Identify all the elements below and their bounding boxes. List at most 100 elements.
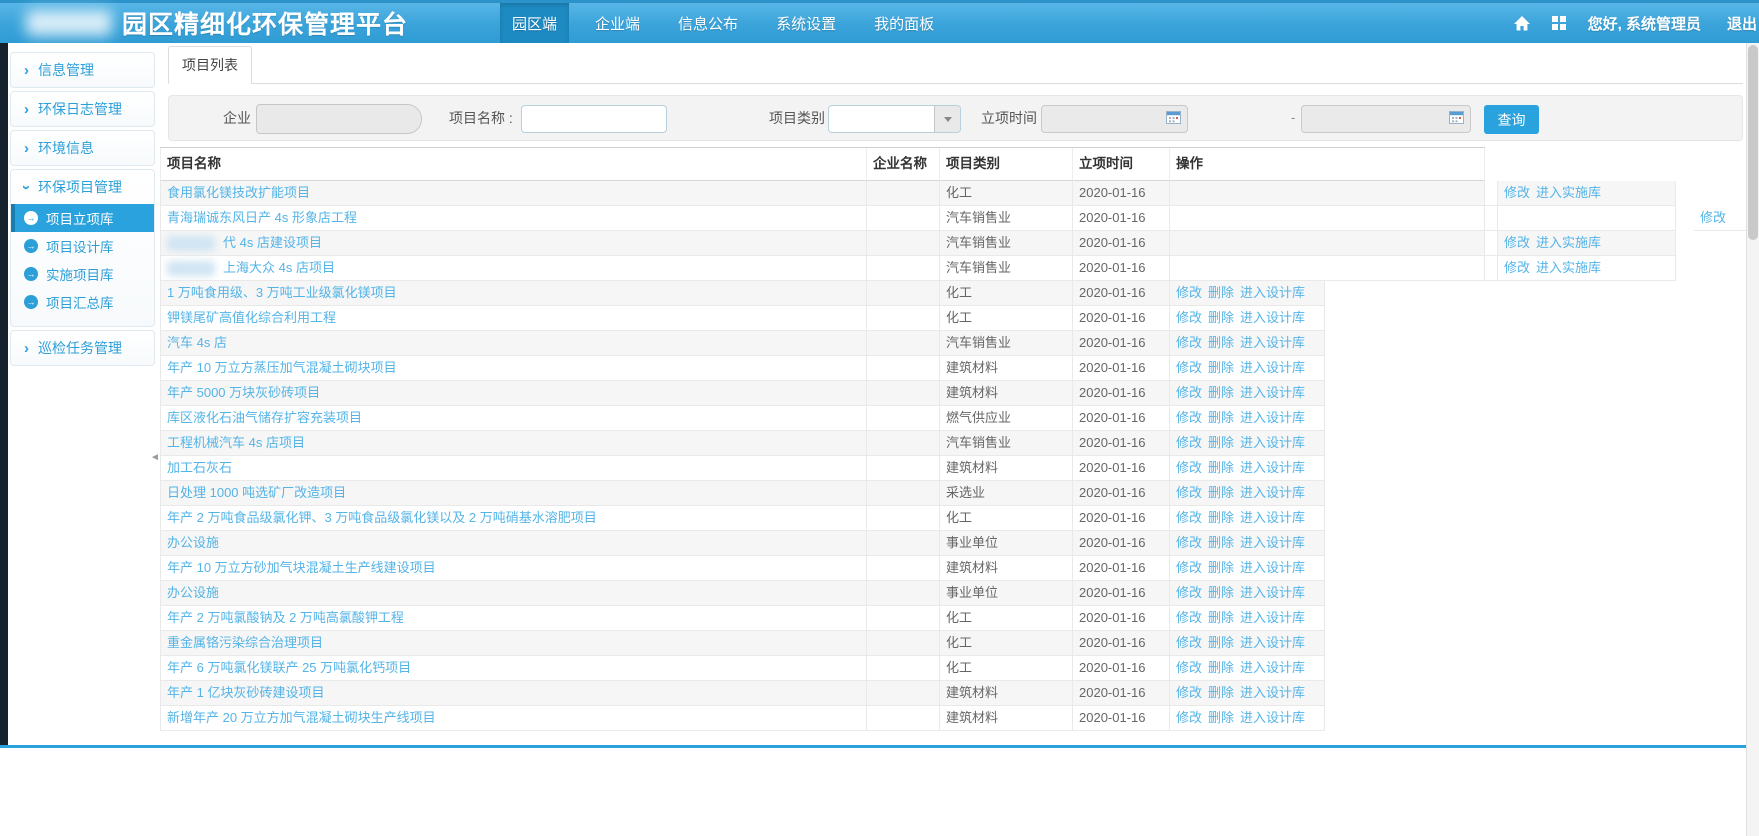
- project-name-link[interactable]: 1 万吨食用级、3 万吨工业级氯化镁项目: [167, 285, 397, 300]
- enter-design-link[interactable]: 进入设计库: [1240, 385, 1305, 400]
- project-name-link[interactable]: 年产 10 万立方砂加气块混凝土生产线建设项目: [167, 560, 436, 575]
- edit-link[interactable]: 修改: [1504, 260, 1530, 275]
- project-name-link[interactable]: 上海大众 4s 店项目: [223, 260, 335, 275]
- enter-design-link[interactable]: 进入设计库: [1240, 485, 1305, 500]
- delete-link[interactable]: 删除: [1208, 660, 1234, 675]
- calendar-icon[interactable]: [1166, 110, 1181, 129]
- project-name-link[interactable]: 新增年产 20 万立方加气混凝土砌块生产线项目: [167, 710, 436, 725]
- edit-link[interactable]: 修改: [1504, 185, 1530, 200]
- edit-link[interactable]: 修改: [1176, 585, 1202, 600]
- project-name-link[interactable]: 库区液化石油气储存扩容充装项目: [167, 410, 362, 425]
- edit-link[interactable]: 修改: [1176, 635, 1202, 650]
- logout-link[interactable]: 退出: [1727, 13, 1757, 34]
- nav-item-info-publish[interactable]: 信息公布: [666, 3, 750, 43]
- project-name-link[interactable]: 日处理 1000 吨选矿厂改造项目: [167, 485, 346, 500]
- sidebar-item-implementation-lib[interactable]: → 实施项目库: [11, 260, 154, 288]
- project-name-link[interactable]: 办公设施: [167, 585, 219, 600]
- query-button[interactable]: 查询: [1484, 105, 1539, 134]
- enter-design-link[interactable]: 进入设计库: [1240, 310, 1305, 325]
- delete-link[interactable]: 删除: [1208, 460, 1234, 475]
- sidebar-item-env-info[interactable]: › 环境信息: [11, 131, 154, 165]
- nav-item-system-settings[interactable]: 系统设置: [764, 3, 848, 43]
- edit-link[interactable]: 修改: [1176, 360, 1202, 375]
- nav-item-my-panel[interactable]: 我的面板: [862, 3, 946, 43]
- enter-design-link[interactable]: 进入设计库: [1240, 510, 1305, 525]
- sidebar-item-env-log-management[interactable]: › 环保日志管理: [11, 92, 154, 126]
- delete-link[interactable]: 删除: [1208, 585, 1234, 600]
- sidebar-item-info-management[interactable]: › 信息管理: [11, 53, 154, 87]
- project-name-link[interactable]: 年产 10 万立方蒸压加气混凝土砌块项目: [167, 360, 397, 375]
- project-name-link[interactable]: 青海瑞诚东风日产 4s 形象店工程: [167, 210, 357, 225]
- date-to-input[interactable]: [1301, 105, 1471, 133]
- project-name-link[interactable]: 年产 1 亿块灰砂砖建设项目: [167, 685, 324, 700]
- sidebar-item-project-approval-lib[interactable]: → 项目立项库: [11, 204, 154, 232]
- sidebar-item-project-design-lib[interactable]: → 项目设计库: [11, 232, 154, 260]
- project-name-link[interactable]: 年产 6 万吨氯化镁联产 25 万吨氯化钙项目: [167, 660, 411, 675]
- delete-link[interactable]: 删除: [1208, 685, 1234, 700]
- delete-link[interactable]: 删除: [1208, 560, 1234, 575]
- date-from-input[interactable]: [1041, 105, 1188, 133]
- edit-link[interactable]: 修改: [1176, 535, 1202, 550]
- chevron-down-icon[interactable]: [934, 106, 960, 132]
- edit-link[interactable]: 修改: [1176, 610, 1202, 625]
- enter-design-link[interactable]: 进入设计库: [1240, 535, 1305, 550]
- delete-link[interactable]: 删除: [1208, 510, 1234, 525]
- edit-link[interactable]: 修改: [1504, 235, 1530, 250]
- edit-link[interactable]: 修改: [1176, 660, 1202, 675]
- edit-link[interactable]: 修改: [1700, 210, 1726, 225]
- project-name-link[interactable]: 加工石灰石: [167, 460, 232, 475]
- calendar-icon[interactable]: [1449, 110, 1464, 129]
- enter-design-link[interactable]: 进入设计库: [1240, 585, 1305, 600]
- enter-design-link[interactable]: 进入设计库: [1240, 610, 1305, 625]
- tab-project-list[interactable]: 项目列表: [168, 46, 252, 84]
- enter-design-link[interactable]: 进入设计库: [1240, 285, 1305, 300]
- scrollbar-thumb[interactable]: [1748, 45, 1758, 240]
- sidebar-item-project-summary-lib[interactable]: → 项目汇总库: [11, 288, 154, 316]
- sidebar-item-inspection-task-management[interactable]: › 巡检任务管理: [11, 331, 154, 365]
- delete-link[interactable]: 删除: [1208, 360, 1234, 375]
- edit-link[interactable]: 修改: [1176, 285, 1202, 300]
- enter-implementation-link[interactable]: 进入实施库: [1536, 235, 1601, 250]
- enter-implementation-link[interactable]: 进入实施库: [1536, 185, 1601, 200]
- edit-link[interactable]: 修改: [1176, 460, 1202, 475]
- delete-link[interactable]: 删除: [1208, 610, 1234, 625]
- delete-link[interactable]: 删除: [1208, 535, 1234, 550]
- project-name-link[interactable]: 重金属铬污染综合治理项目: [167, 635, 323, 650]
- enter-design-link[interactable]: 进入设计库: [1240, 710, 1305, 725]
- category-select[interactable]: [828, 105, 961, 133]
- delete-link[interactable]: 删除: [1208, 410, 1234, 425]
- enter-design-link[interactable]: 进入设计库: [1240, 360, 1305, 375]
- delete-link[interactable]: 删除: [1208, 710, 1234, 725]
- delete-link[interactable]: 删除: [1208, 435, 1234, 450]
- sidebar-item-env-project-management[interactable]: › 环保项目管理: [11, 170, 154, 204]
- delete-link[interactable]: 删除: [1208, 485, 1234, 500]
- delete-link[interactable]: 删除: [1208, 285, 1234, 300]
- company-input[interactable]: [257, 105, 422, 133]
- project-name-link[interactable]: 年产 2 万吨氯酸钠及 2 万吨高氯酸钾工程: [167, 610, 404, 625]
- project-name-link[interactable]: 代 4s 店建设项目: [223, 235, 322, 250]
- enter-design-link[interactable]: 进入设计库: [1240, 435, 1305, 450]
- edit-link[interactable]: 修改: [1176, 485, 1202, 500]
- project-name-input[interactable]: [521, 105, 667, 133]
- edit-link[interactable]: 修改: [1176, 710, 1202, 725]
- delete-link[interactable]: 删除: [1208, 310, 1234, 325]
- project-name-link[interactable]: 食用氯化镁技改扩能项目: [167, 185, 310, 200]
- enter-implementation-link[interactable]: 进入实施库: [1536, 260, 1601, 275]
- home-icon[interactable]: [1514, 16, 1530, 31]
- project-name-link[interactable]: 办公设施: [167, 535, 219, 550]
- vertical-scrollbar[interactable]: [1746, 43, 1759, 836]
- nav-item-enterprise[interactable]: 企业端: [583, 3, 652, 43]
- edit-link[interactable]: 修改: [1176, 385, 1202, 400]
- enter-design-link[interactable]: 进入设计库: [1240, 660, 1305, 675]
- edit-link[interactable]: 修改: [1176, 310, 1202, 325]
- grid-icon[interactable]: [1552, 16, 1566, 30]
- project-name-link[interactable]: 钾镁尾矿高值化综合利用工程: [167, 310, 336, 325]
- edit-link[interactable]: 修改: [1176, 685, 1202, 700]
- project-name-link[interactable]: 年产 5000 万块灰砂砖项目: [167, 385, 320, 400]
- edit-link[interactable]: 修改: [1176, 435, 1202, 450]
- enter-design-link[interactable]: 进入设计库: [1240, 635, 1305, 650]
- delete-link[interactable]: 删除: [1208, 335, 1234, 350]
- edit-link[interactable]: 修改: [1176, 510, 1202, 525]
- sidebar-collapse-handle[interactable]: ◄: [150, 452, 160, 463]
- enter-design-link[interactable]: 进入设计库: [1240, 685, 1305, 700]
